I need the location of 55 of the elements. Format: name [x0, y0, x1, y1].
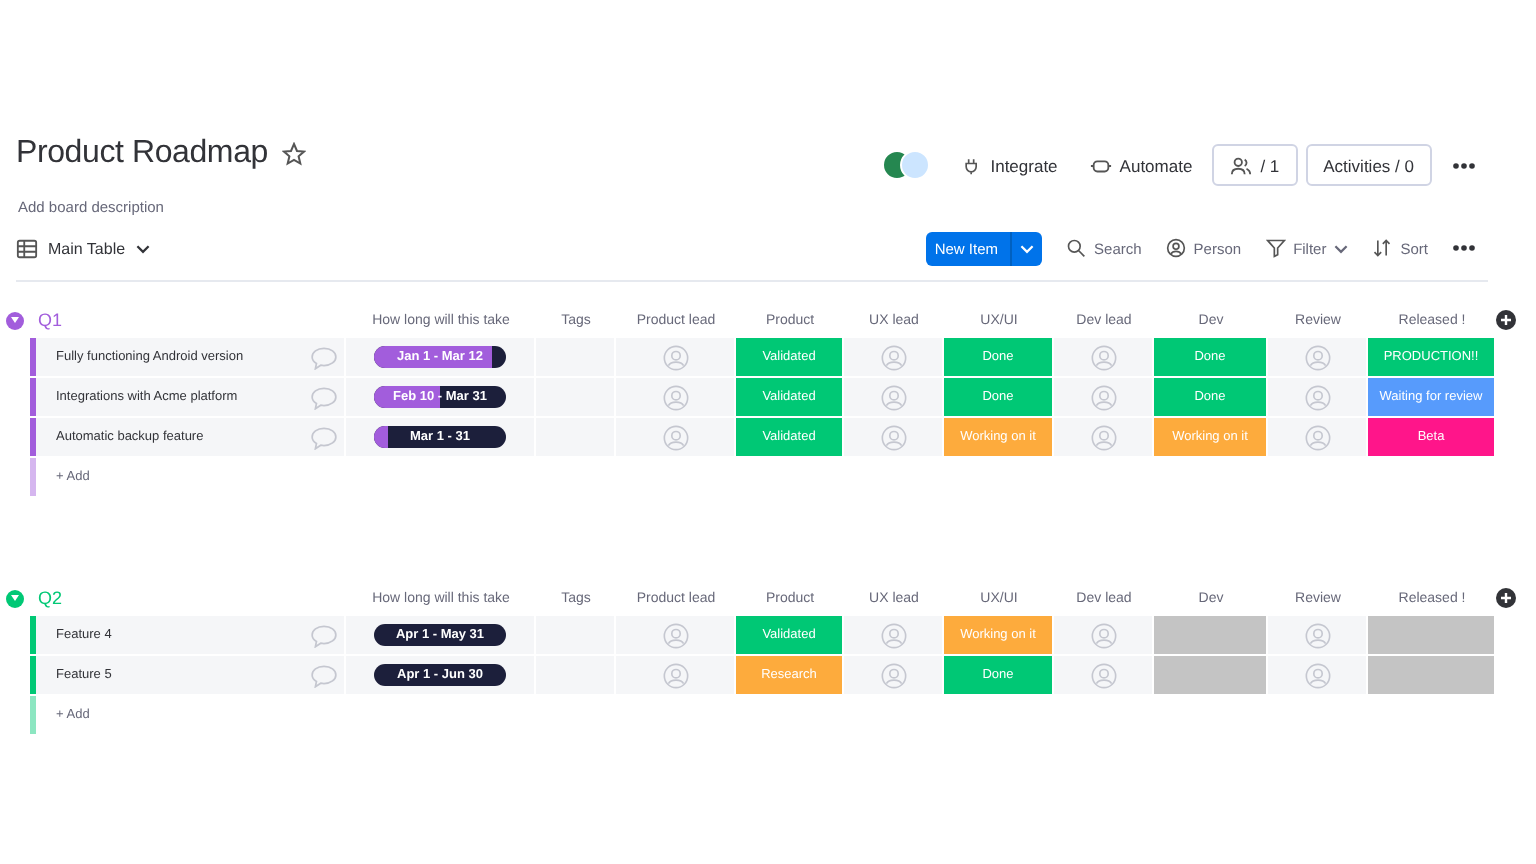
avatar-icon — [879, 423, 907, 451]
comment-icon[interactable] — [309, 345, 337, 369]
avatar-icon — [879, 661, 907, 689]
avatar-group[interactable] — [882, 150, 931, 180]
add-column-icon[interactable] — [1496, 310, 1516, 330]
more-icon — [1452, 161, 1476, 169]
activities-button[interactable]: Activities / 0 — [1305, 144, 1432, 186]
members-button[interactable]: / 1 — [1212, 144, 1298, 186]
filter-icon — [1265, 238, 1286, 258]
sort-icon — [1372, 238, 1393, 258]
group-title[interactable]: Q1 — [38, 310, 346, 330]
avatar-icon — [661, 343, 689, 371]
avatar-icon — [1303, 661, 1331, 689]
table-icon — [16, 237, 38, 259]
comment-icon[interactable] — [309, 623, 337, 647]
avatar-icon — [879, 383, 907, 411]
avatar-icon — [1303, 383, 1331, 411]
plug-icon — [962, 155, 983, 175]
comment-icon[interactable] — [309, 663, 337, 687]
status-cell[interactable] — [1154, 656, 1268, 694]
avatar-icon — [1303, 423, 1331, 451]
comment-icon[interactable] — [309, 385, 337, 409]
star-icon[interactable] — [281, 142, 306, 166]
avatar-icon — [1089, 423, 1117, 451]
status-cell[interactable] — [1368, 616, 1496, 654]
caret-icon — [135, 243, 150, 253]
avatar-icon — [1089, 621, 1117, 649]
add-column-icon[interactable] — [1496, 588, 1516, 608]
avatar-icon — [1089, 343, 1117, 371]
integrate-button[interactable]: Integrate — [950, 149, 1070, 181]
people-icon — [1230, 155, 1253, 175]
avatar-icon — [661, 621, 689, 649]
caret-icon — [1020, 243, 1035, 253]
avatar-icon — [879, 621, 907, 649]
status-cell[interactable] — [1368, 656, 1496, 694]
collapse-icon[interactable] — [6, 311, 24, 329]
avatar-icon — [661, 661, 689, 689]
more-icon — [1452, 244, 1476, 252]
avatar-icon — [1089, 661, 1117, 689]
board-title: Product Roadmap — [16, 136, 268, 172]
robot-icon — [1089, 155, 1112, 175]
search-icon — [1066, 238, 1087, 258]
caret-icon — [1334, 243, 1349, 253]
view-tab[interactable]: Main Table — [16, 231, 162, 265]
avatar-icon — [1089, 383, 1117, 411]
comment-icon[interactable] — [309, 425, 337, 449]
avatar-icon — [1303, 343, 1331, 371]
status-cell[interactable] — [1154, 616, 1268, 654]
automate-button[interactable]: Automate — [1077, 149, 1205, 181]
person-icon — [1165, 238, 1186, 258]
avatar-icon — [661, 423, 689, 451]
avatar-icon — [1303, 621, 1331, 649]
collapse-icon[interactable] — [6, 589, 24, 607]
avatar-icon — [661, 383, 689, 411]
avatar-icon — [879, 343, 907, 371]
